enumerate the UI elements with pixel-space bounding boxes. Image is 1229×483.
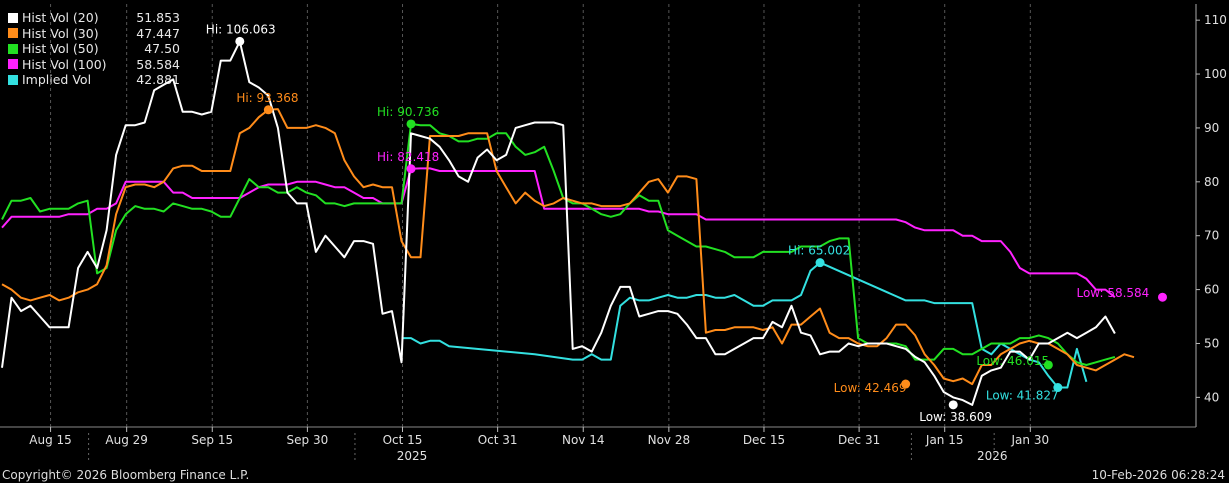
y-tick-label: 80 [1204, 175, 1219, 189]
y-tick-label: 40 [1204, 390, 1219, 404]
low-label: Low: 58.584 [1076, 286, 1149, 300]
year-label: 2025 [397, 449, 428, 463]
high-label: Hi: 90.736 [377, 105, 439, 119]
copyright-text: Copyright© 2026 Bloomberg Finance L.P. [2, 468, 250, 482]
low-label: Low: 41.827 [986, 389, 1059, 403]
high-marker [406, 164, 416, 174]
series-line [1, 123, 1116, 366]
high-marker [815, 258, 825, 268]
y-tick-label: 110 [1204, 13, 1227, 27]
year-label: 2026 [977, 449, 1008, 463]
x-tick-label: Sep 15 [191, 433, 233, 447]
x-tick-label: Nov 14 [562, 433, 605, 447]
low-marker [1157, 292, 1167, 302]
high-label: Hi: 65.002 [788, 244, 850, 258]
series-line [401, 261, 1088, 389]
x-tick-label: Jan 30 [1011, 433, 1050, 447]
x-tick-label: Sep 30 [287, 433, 329, 447]
volatility-chart: 40 50 60 70 80 90 100 110 Aug 15 Aug 29 Sep 15 Sep … [0, 4, 1227, 463]
y-tick-label: 70 [1204, 229, 1219, 243]
high-marker [406, 119, 416, 129]
y-tick-label: 50 [1204, 336, 1219, 350]
timestamp-text: 10-Feb-2026 06:28:24 [1091, 468, 1225, 482]
series-line [1, 167, 1116, 298]
y-tick-label: 90 [1204, 121, 1219, 135]
x-tick-label: Aug 15 [29, 433, 72, 447]
high-label: Hi: 106.063 [206, 22, 276, 36]
x-tick-label: Oct 15 [383, 433, 423, 447]
x-tick-label: Nov 28 [648, 433, 691, 447]
high-label: Hi: 93.368 [236, 91, 298, 105]
low-label: Low: 42.469 [834, 381, 907, 395]
low-label: Low: 38.609 [919, 410, 992, 424]
high-marker [263, 105, 273, 115]
x-tick-label: Dec 31 [838, 433, 880, 447]
series-line [1, 40, 1116, 406]
y-tick-label: 100 [1204, 67, 1227, 81]
x-tick-label: Jan 15 [925, 433, 964, 447]
x-tick-label: Oct 31 [478, 433, 518, 447]
low-marker [948, 400, 958, 410]
y-tick-label: 60 [1204, 283, 1219, 297]
low-label: Low: 46.015 [976, 354, 1049, 368]
x-tick-label: Aug 29 [105, 433, 148, 447]
high-marker [235, 36, 245, 46]
high-label: Hi: 82.418 [377, 150, 439, 164]
x-tick-label: Dec 15 [743, 433, 785, 447]
